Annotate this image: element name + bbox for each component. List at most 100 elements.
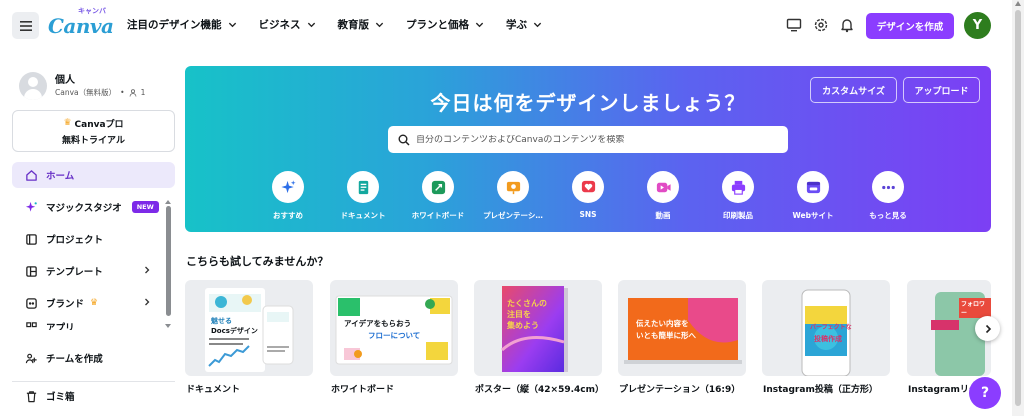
- nav-label: 教育版: [337, 19, 370, 31]
- crown-icon: ♛: [63, 118, 72, 128]
- card-label[interactable]: ドキュメント: [186, 382, 314, 395]
- new-badge: NEW: [131, 201, 159, 213]
- suggestion-card-document[interactable]: 魅せる Docsデザイン: [185, 280, 313, 376]
- logo-word: Canva: [48, 14, 114, 38]
- nav-pricing[interactable]: プランと価格: [406, 17, 484, 32]
- category-print[interactable]: 印刷製品: [702, 171, 774, 221]
- card-label[interactable]: プレゼンテーション（16:9）: [619, 382, 747, 395]
- scroll-up-arrow[interactable]: [165, 200, 171, 204]
- printer-icon: [722, 171, 754, 203]
- sidebar-item-label: ホーム: [46, 171, 75, 182]
- upload-button[interactable]: アップロード: [903, 77, 980, 103]
- suggestion-card-presentation[interactable]: 伝えたい内容を いとも簡単に形へ: [618, 280, 746, 376]
- card-label[interactable]: ホワイトボード: [331, 382, 459, 395]
- category-sns[interactable]: SNS: [552, 171, 624, 219]
- hero-banner: 今日は何をデザインしましょう？ カスタムサイズ アップロード おすすめ ドキュメ…: [185, 66, 991, 232]
- card-label[interactable]: ポスター（縦（42×59.4cm）…: [475, 382, 603, 395]
- canva-logo[interactable]: キャンバ Canva: [48, 4, 114, 40]
- thumb-text: Docsデザイン: [211, 327, 258, 335]
- category-label: Webサイト: [792, 211, 834, 220]
- nav-business[interactable]: ビジネス: [259, 17, 316, 32]
- sidebar-item-templates[interactable]: テンプレート: [12, 258, 175, 284]
- nav-featured[interactable]: 注目のデザイン機能: [127, 17, 237, 32]
- sidebar-item-projects[interactable]: プロジェクト: [12, 226, 175, 252]
- chevron-down-icon: [475, 22, 484, 28]
- card-label[interactable]: Instagramリー…: [908, 382, 978, 395]
- pro-trial-button[interactable]: ♛ Canvaプロ 無料トライアル: [12, 110, 175, 152]
- scroll-up-arrow[interactable]: [1015, 1, 1021, 6]
- member-count: 1: [140, 88, 146, 97]
- sidebar-item-home[interactable]: ホーム: [12, 162, 175, 188]
- nav-label: 学ぶ: [506, 19, 527, 31]
- category-more[interactable]: もっと見る: [852, 171, 924, 221]
- card-label[interactable]: Instagram投稿（正方形）: [763, 382, 891, 395]
- chevron-down-icon: [307, 22, 315, 28]
- user-avatar[interactable]: Y: [964, 12, 991, 39]
- thumb-text: パーフェクトな: [810, 324, 852, 331]
- nav-education[interactable]: 教育版: [338, 17, 385, 32]
- nav-learn[interactable]: 学ぶ: [506, 17, 542, 32]
- sidebar-item-magic-studio[interactable]: マジックスタジオ NEW: [12, 194, 175, 220]
- scrollbar-thumb[interactable]: [1015, 10, 1021, 406]
- desktop-icon[interactable]: [785, 16, 803, 34]
- category-whiteboard[interactable]: ホワイトボード: [402, 171, 474, 221]
- category-website[interactable]: Webサイト: [777, 171, 849, 221]
- presentation-icon: [497, 171, 529, 203]
- category-recommended[interactable]: おすすめ: [252, 171, 324, 221]
- settings-icon[interactable]: [812, 16, 830, 34]
- category-label: SNS: [579, 210, 597, 219]
- video-icon: [647, 171, 679, 203]
- trial-subtitle: 無料トライアル: [62, 135, 125, 146]
- profile-avatar[interactable]: [19, 72, 47, 100]
- sparkle-icon: [24, 200, 38, 214]
- help-button[interactable]: ?: [969, 377, 1001, 409]
- category-presentation[interactable]: プレゼンテーシ…: [477, 171, 549, 221]
- sidebar-item-label: ゴミ箱: [46, 392, 75, 403]
- heart-icon: [572, 171, 604, 203]
- category-label: 印刷製品: [723, 211, 753, 220]
- thumb-text: 注目を: [507, 310, 531, 319]
- scroll-down-arrow[interactable]: [165, 324, 171, 328]
- category-label: ホワイトボード: [411, 211, 465, 220]
- search-box[interactable]: [388, 126, 788, 153]
- category-label: ドキュメント: [340, 211, 386, 220]
- trash-icon: [24, 389, 38, 403]
- nav-label: プランと価格: [406, 19, 469, 31]
- suggestion-card-instagram-post[interactable]: パーフェクトな 投稿作成: [762, 280, 890, 376]
- sidebar-item-label: プロジェクト: [46, 235, 104, 246]
- bell-icon[interactable]: [838, 16, 856, 34]
- crown-icon: ♛: [90, 298, 99, 308]
- apps-icon: [24, 320, 38, 330]
- sidebar-item-trash[interactable]: ゴミ箱: [12, 383, 175, 409]
- search-icon: [398, 134, 410, 146]
- chevron-right-icon: [145, 266, 150, 274]
- sidebar-scrollbar[interactable]: [165, 200, 172, 334]
- sidebar-item-create-team[interactable]: チームを作成: [12, 345, 175, 371]
- chevron-right-icon: [145, 298, 150, 306]
- whiteboard-icon: [422, 171, 454, 203]
- website-icon: [797, 171, 829, 203]
- create-design-button[interactable]: デザインを作成: [866, 13, 954, 39]
- thumb-text: アイデアをもらおう: [344, 319, 412, 328]
- suggestion-card-poster[interactable]: たくさんの 注目を 集めよう: [474, 280, 602, 376]
- profile-plan: Canva（無料版） • 1: [55, 87, 145, 98]
- thumb-text: 魅せる: [211, 317, 232, 325]
- custom-size-button[interactable]: カスタムサイズ: [810, 77, 897, 103]
- suggestion-card-whiteboard[interactable]: アイデアをもらおう フローについて: [330, 280, 458, 376]
- profile-name[interactable]: 個人: [55, 71, 75, 86]
- separator-dot: •: [120, 88, 125, 97]
- page-scrollbar[interactable]: [1012, 0, 1024, 416]
- nav-label: ビジネス: [258, 19, 301, 31]
- person-icon: [129, 88, 136, 97]
- folder-icon: [24, 232, 38, 246]
- category-label: プレゼンテーシ…: [483, 211, 543, 220]
- sidebar-item-label: テンプレート: [46, 267, 103, 278]
- search-input[interactable]: [416, 134, 776, 145]
- category-video[interactable]: 動画: [627, 171, 699, 221]
- category-document[interactable]: ドキュメント: [327, 171, 399, 221]
- carousel-next-button[interactable]: [975, 316, 1000, 341]
- sidebar-item-brand[interactable]: ブランド ♛: [12, 290, 175, 316]
- scrollbar-thumb[interactable]: [166, 206, 171, 316]
- sidebar-item-apps[interactable]: アプリ: [12, 320, 175, 330]
- menu-icon[interactable]: [12, 12, 39, 39]
